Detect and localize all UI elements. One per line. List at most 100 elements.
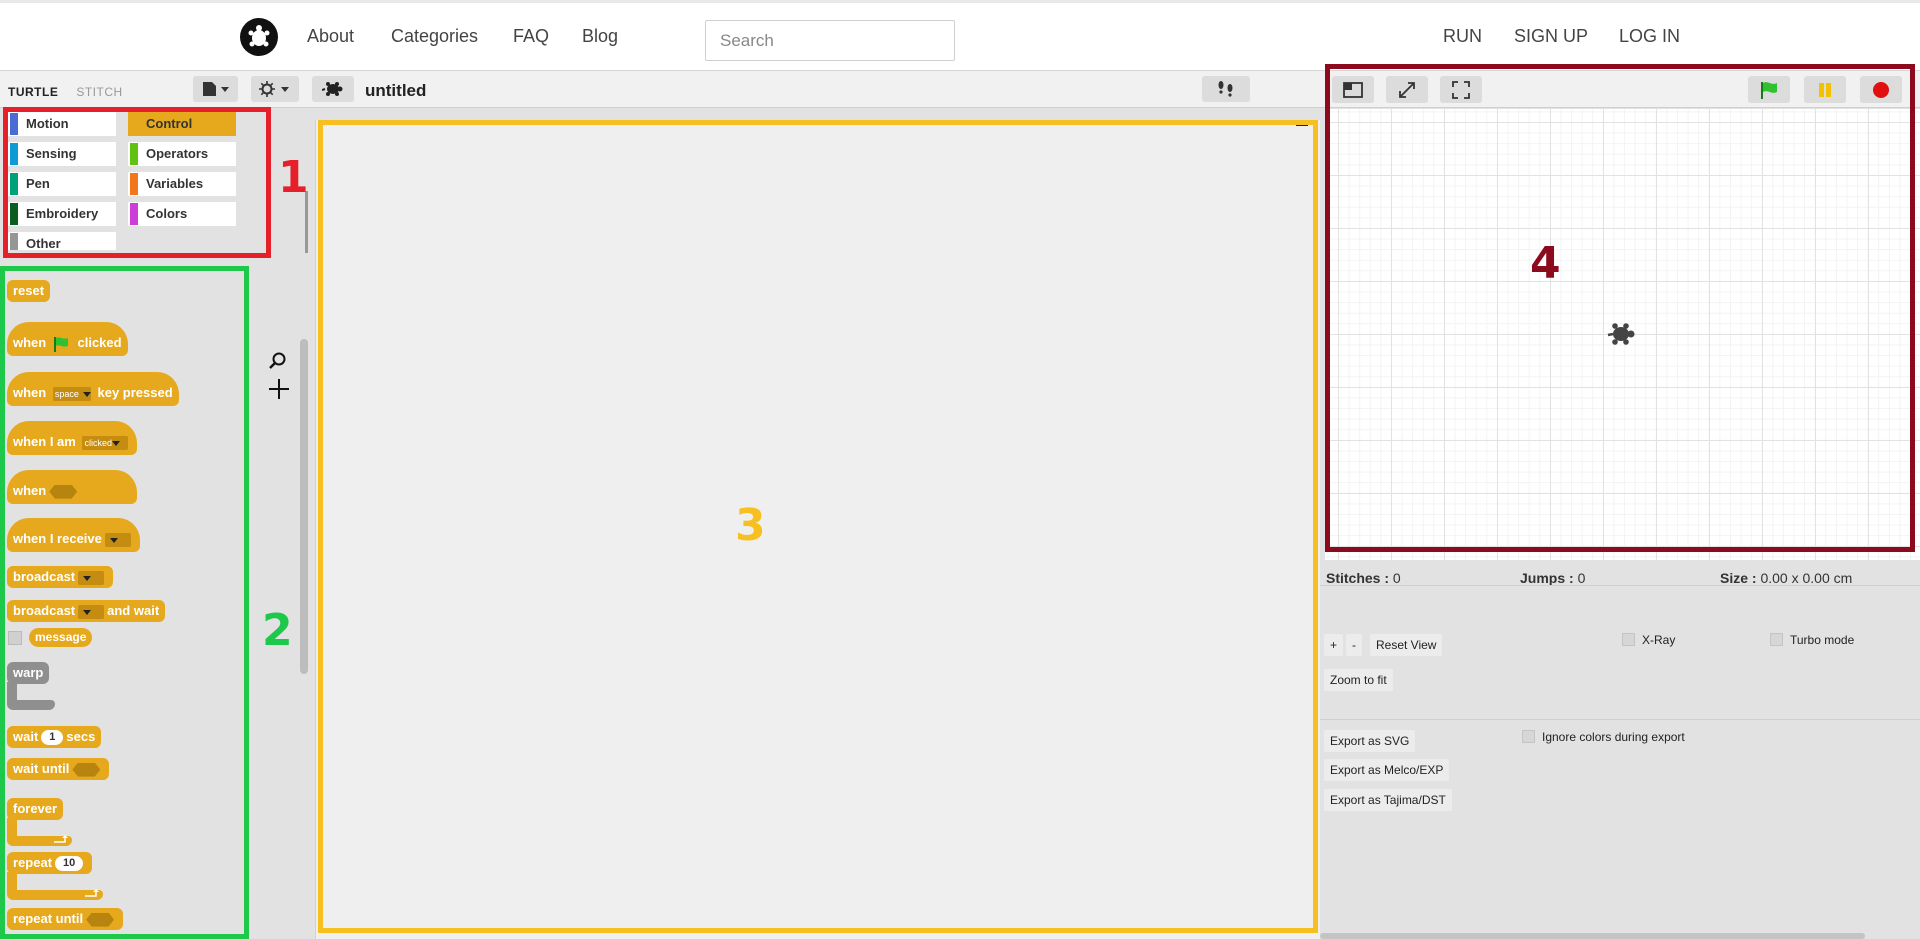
block-text: when: [13, 483, 47, 498]
normal-stage-button[interactable]: [1332, 76, 1374, 103]
settings-menu-button[interactable]: [251, 76, 299, 102]
nav-sign-up[interactable]: SIGN UP: [1514, 26, 1588, 47]
annotation-label-4: 4: [1530, 238, 1561, 289]
message-dropdown[interactable]: [78, 570, 105, 585]
fullscreen-button[interactable]: [1440, 76, 1482, 103]
export-exp-button[interactable]: Export as Melco/EXP: [1324, 759, 1450, 781]
block-reset[interactable]: reset: [7, 280, 51, 302]
export-dst-button[interactable]: Export as Tajima/DST: [1324, 789, 1452, 811]
category-variables[interactable]: Variables: [128, 172, 236, 196]
zoom-in-button[interactable]: +: [1324, 634, 1344, 656]
category-colors[interactable]: Colors: [128, 202, 236, 226]
annotation-label-3: 3: [735, 500, 766, 551]
category-swatch: [130, 203, 138, 225]
block-forever[interactable]: forever: [7, 798, 64, 820]
nav-log-in[interactable]: LOG IN: [1619, 26, 1680, 47]
block-broadcast[interactable]: broadcast: [7, 566, 114, 588]
category-swatch: [10, 203, 18, 225]
block-text: wait until: [13, 761, 70, 776]
turbo-mode-label: Turbo mode: [1790, 633, 1855, 647]
category-swatch: [130, 173, 138, 195]
stitches-label: Stitches :: [1326, 570, 1390, 586]
ide-toolbar: TURTLE STITCH untitled: [0, 71, 1320, 108]
block-message-reporter[interactable]: message: [29, 628, 93, 647]
category-embroidery[interactable]: Embroidery: [8, 202, 116, 226]
file-menu-button[interactable]: [193, 76, 238, 102]
turtle-sprite-icon[interactable]: [1607, 321, 1637, 347]
block-text: when: [13, 335, 47, 350]
turbo-mode-checkbox[interactable]: [1770, 633, 1783, 646]
zoom-out-button[interactable]: -: [1346, 634, 1362, 656]
number-slot[interactable]: 10: [55, 856, 84, 872]
key-dropdown[interactable]: space: [52, 386, 91, 401]
block-text: broadcast: [13, 603, 76, 618]
jumps-value: 0: [1577, 570, 1586, 586]
nav-categories[interactable]: Categories: [391, 26, 478, 47]
annotation-label-1: 1: [278, 152, 309, 203]
block-text: broadcast: [13, 569, 76, 584]
category-control[interactable]: Control: [128, 112, 236, 136]
logo-stitch-text: STITCH: [76, 85, 123, 99]
expand-stage-button[interactable]: [1386, 76, 1428, 103]
reset-view-button[interactable]: Reset View: [1370, 634, 1443, 656]
pause-button[interactable]: [1804, 76, 1846, 103]
boolean-slot[interactable]: [86, 912, 115, 927]
xray-checkbox[interactable]: [1622, 633, 1635, 646]
category-label: Other: [26, 236, 61, 250]
repeat-c-foot: [7, 889, 103, 900]
block-text: when I receive: [13, 531, 102, 546]
turtlestitch-logo-icon[interactable]: [240, 18, 278, 56]
size-value: 0.00 x 0.00 cm: [1760, 570, 1853, 586]
block-when-flag-clicked[interactable]: when clicked: [7, 322, 128, 356]
block-when-key-pressed[interactable]: when space key pressed: [7, 372, 179, 406]
nav-faq[interactable]: FAQ: [513, 26, 549, 47]
stop-button[interactable]: [1860, 76, 1902, 103]
nav-about[interactable]: About: [307, 26, 354, 47]
category-operators[interactable]: Operators: [128, 142, 236, 166]
category-pen[interactable]: Pen: [8, 172, 116, 196]
category-other[interactable]: Other: [8, 232, 116, 250]
boolean-slot[interactable]: [49, 484, 78, 499]
block-when-i-receive[interactable]: when I receive: [7, 518, 140, 552]
block-broadcast-and-wait[interactable]: broadcast and wait: [7, 600, 166, 622]
size-label: Size :: [1720, 570, 1757, 586]
block-wait-until[interactable]: wait until: [7, 758, 110, 780]
ignore-colors-checkbox[interactable]: [1522, 730, 1535, 743]
search-blocks-icon[interactable]: [268, 351, 288, 371]
block-when-condition[interactable]: when: [7, 470, 137, 504]
boolean-slot[interactable]: [72, 762, 101, 777]
search-input[interactable]: [705, 20, 955, 61]
palette-scrollbar[interactable]: [300, 339, 308, 674]
design-size: Size : 0.00 x 0.00 cm: [1720, 570, 1852, 586]
footprints-button[interactable]: [1202, 76, 1250, 102]
export-svg-button[interactable]: Export as SVG: [1324, 730, 1416, 752]
block-when-i-am-clicked[interactable]: when I am clicked: [7, 421, 138, 455]
block-repeat-until[interactable]: repeat until: [7, 908, 124, 930]
nav-run[interactable]: RUN: [1443, 26, 1482, 47]
turtle-icon: [322, 82, 343, 96]
category-sensing[interactable]: Sensing: [8, 142, 116, 166]
footprints-icon: [1218, 81, 1233, 97]
category-swatch: [10, 143, 18, 165]
green-flag-button[interactable]: [1748, 76, 1790, 103]
bottom-scrollbar[interactable]: [1320, 933, 1865, 939]
number-slot[interactable]: 1: [41, 730, 64, 746]
block-repeat[interactable]: repeat 10: [7, 852, 93, 874]
block-wait-secs[interactable]: wait 1 secs: [7, 726, 102, 748]
zoom-to-fit-button[interactable]: Zoom to fit: [1324, 669, 1393, 691]
nav-blog[interactable]: Blog: [582, 26, 618, 47]
script-area[interactable]: [315, 120, 1320, 939]
sprite-turtle-button[interactable]: [312, 76, 354, 102]
category-motion[interactable]: Motion: [8, 112, 116, 136]
add-block-icon[interactable]: [268, 378, 290, 400]
block-text: wait: [13, 729, 39, 744]
block-warp[interactable]: warp: [7, 662, 50, 684]
annotation-label-2: 2: [262, 605, 293, 656]
message-checkbox[interactable]: [8, 631, 22, 645]
event-dropdown[interactable]: clicked: [82, 435, 129, 450]
category-label: Colors: [146, 206, 188, 221]
message-dropdown[interactable]: [78, 604, 105, 619]
message-dropdown[interactable]: [104, 532, 131, 547]
block-text: warp: [13, 665, 44, 680]
script-area-minimize-icon[interactable]: [1296, 120, 1308, 126]
